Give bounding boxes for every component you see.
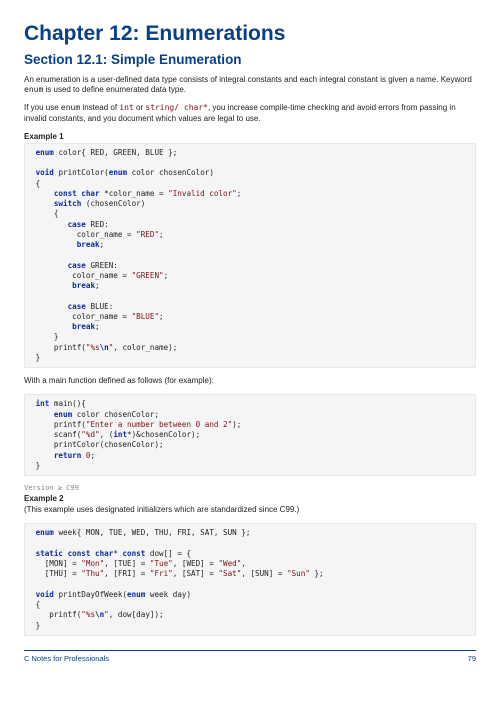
text: or bbox=[134, 103, 146, 112]
keyword-enum: enum bbox=[61, 103, 80, 112]
paragraph-2: If you use enum instead of int or string… bbox=[24, 103, 476, 123]
code-block-2: int main(){ enum color chosenColor; prin… bbox=[24, 394, 476, 476]
text-slash: / bbox=[174, 103, 184, 112]
example-2-label: Example 2 bbox=[24, 494, 476, 503]
version-note: Version ≥ C99 bbox=[24, 484, 476, 492]
footer: C Notes for Professionals 79 bbox=[24, 650, 476, 663]
between-paragraph: With a main function defined as follows … bbox=[24, 376, 476, 386]
code-block-3: enum week{ MON, TUE, WED, THU, FRI, SAT,… bbox=[24, 523, 476, 636]
keyword-enum: enum bbox=[24, 85, 43, 94]
page-number: 79 bbox=[468, 654, 476, 663]
chapter-title: Chapter 12: Enumerations bbox=[24, 22, 476, 46]
keyword-string: string bbox=[145, 103, 174, 112]
section-title: Section 12.1: Simple Enumeration bbox=[24, 52, 476, 67]
example-2-intro: (This example uses designated initialize… bbox=[24, 505, 476, 515]
text: If you use bbox=[24, 103, 61, 112]
text: is used to define enumerated data type. bbox=[43, 85, 186, 94]
example-1-label: Example 1 bbox=[24, 132, 476, 141]
keyword-charptr: char* bbox=[184, 103, 208, 112]
paragraph-1: An enumeration is a user-defined data ty… bbox=[24, 75, 476, 95]
code-block-1: enum color{ RED, GREEN, BLUE }; void pri… bbox=[24, 143, 476, 368]
text: An enumeration is a user-defined data ty… bbox=[24, 75, 472, 84]
text: instead of bbox=[80, 103, 119, 112]
footer-left: C Notes for Professionals bbox=[24, 654, 109, 663]
keyword-int: int bbox=[119, 103, 133, 112]
